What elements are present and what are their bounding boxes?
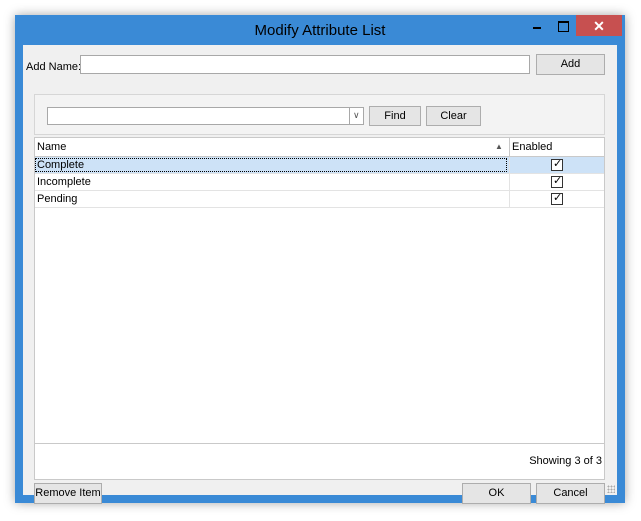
add-name-label: Add Name: bbox=[26, 61, 82, 73]
column-header-name[interactable]: Name bbox=[37, 141, 66, 153]
column-header-enabled[interactable]: Enabled bbox=[512, 141, 552, 153]
find-button[interactable]: Find bbox=[369, 106, 421, 126]
dialog-window: Modify Attribute List ✕ Add Name: Add ∨ … bbox=[15, 15, 625, 504]
cell-divider bbox=[509, 174, 510, 191]
enabled-checkbox[interactable]: ✓ bbox=[551, 175, 563, 188]
sort-ascending-icon: ▲ bbox=[495, 142, 503, 151]
grid-header: Name ▲ Enabled bbox=[35, 138, 604, 157]
enabled-checkbox[interactable]: ✓ bbox=[551, 158, 563, 171]
row-name: Pending bbox=[37, 193, 78, 205]
search-combo[interactable]: ∨ bbox=[47, 107, 364, 125]
table-row[interactable]: Pending ✓ bbox=[35, 191, 604, 208]
row-name: Incomplete bbox=[37, 176, 91, 188]
minimize-button[interactable] bbox=[524, 15, 550, 36]
maximize-button[interactable] bbox=[550, 15, 576, 36]
attribute-grid: Name ▲ Enabled Complete ✓ Incomplete ✓ P… bbox=[34, 137, 605, 480]
title-bar[interactable]: Modify Attribute List ✕ bbox=[15, 15, 625, 45]
combo-dropdown-button[interactable]: ∨ bbox=[349, 108, 363, 125]
row-name: Complete bbox=[35, 158, 507, 172]
cell-divider bbox=[509, 157, 510, 174]
enabled-checkbox[interactable]: ✓ bbox=[551, 192, 563, 205]
minimize-icon bbox=[533, 27, 541, 29]
row-count-status: Showing 3 of 3 bbox=[529, 455, 602, 467]
grid-footer: Showing 3 of 3 bbox=[35, 443, 604, 480]
remove-item-button[interactable]: Remove Item bbox=[34, 483, 102, 504]
close-icon: ✕ bbox=[593, 18, 605, 34]
table-row[interactable]: Complete ✓ bbox=[35, 157, 604, 174]
checkmark-icon: ✓ bbox=[553, 158, 563, 170]
resize-grip-icon[interactable] bbox=[607, 485, 615, 493]
checkmark-icon: ✓ bbox=[553, 192, 563, 204]
dialog-body: Add Name: Add ∨ Find Clear Name ▲ Enable… bbox=[23, 45, 617, 504]
ok-button[interactable]: OK bbox=[462, 483, 531, 504]
maximize-icon bbox=[558, 21, 569, 32]
add-name-input[interactable] bbox=[80, 55, 530, 74]
add-button[interactable]: Add bbox=[536, 54, 605, 75]
clear-button[interactable]: Clear bbox=[426, 106, 481, 126]
find-panel: ∨ Find Clear bbox=[34, 94, 605, 135]
chevron-down-icon: ∨ bbox=[353, 110, 360, 120]
cell-divider bbox=[509, 191, 510, 208]
close-button[interactable]: ✕ bbox=[576, 15, 622, 36]
checkmark-icon: ✓ bbox=[553, 175, 563, 187]
column-divider[interactable] bbox=[509, 138, 510, 156]
table-row[interactable]: Incomplete ✓ bbox=[35, 174, 604, 191]
cancel-button[interactable]: Cancel bbox=[536, 483, 605, 504]
